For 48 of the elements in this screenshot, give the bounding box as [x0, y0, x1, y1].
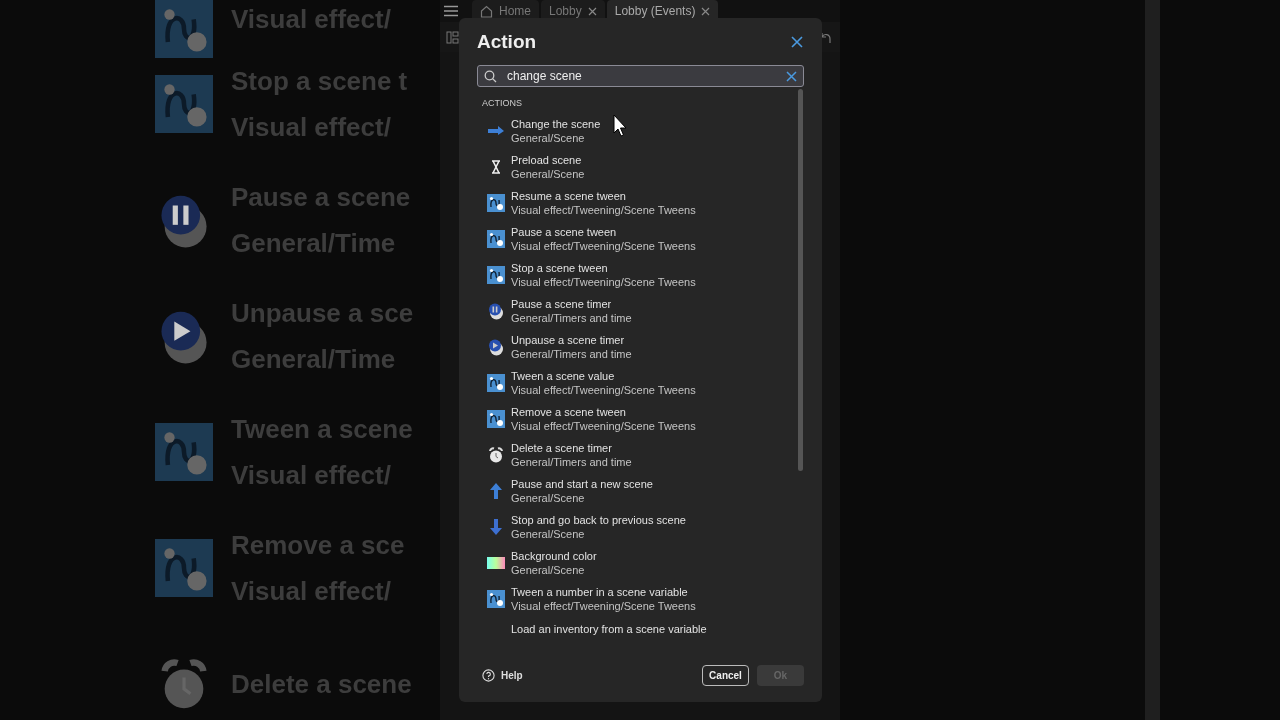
cancel-button[interactable]: Cancel [702, 664, 749, 686]
action-item[interactable]: Tween a number in a scene variable Visual effect/Tweening/Scene Tweens [477, 581, 798, 617]
curve-icon [155, 423, 213, 481]
search-icon [484, 70, 497, 83]
curve-icon [487, 230, 505, 248]
action-item[interactable]: Background color General/Scene [477, 545, 798, 581]
action-item[interactable]: Stop a scene tween Visual effect/Tweening/Scene Tweens [477, 257, 798, 293]
action-item[interactable]: Unpause a scene timer General/Timers and time [477, 329, 798, 365]
help-icon [482, 668, 495, 682]
curve-icon [487, 410, 505, 428]
dialog-title: Action [477, 30, 537, 53]
action-item[interactable]: Pause and start a new scene General/Scene [477, 473, 798, 509]
pause-clock-icon [487, 302, 505, 320]
layout-icon[interactable] [446, 30, 459, 44]
arrow-icon [487, 482, 505, 500]
undo-icon[interactable] [819, 30, 832, 44]
help-button[interactable]: Help [477, 668, 528, 682]
action-item[interactable]: Stop and go back to previous scene General/Scene [477, 509, 798, 545]
curve-icon [155, 0, 213, 58]
gradient-icon [487, 554, 505, 572]
action-item[interactable]: Preload scene General/Scene [477, 149, 798, 185]
clear-icon[interactable] [786, 71, 797, 82]
action-item[interactable]: Load an inventory from a scene variable [477, 617, 798, 642]
curve-icon [487, 590, 505, 608]
home-icon [480, 4, 493, 18]
curve-icon [487, 266, 505, 284]
play-clock-icon [487, 338, 505, 356]
action-item[interactable]: Delete a scene timer General/Timers and time [477, 437, 798, 473]
alarm-clock-icon [487, 446, 505, 464]
menu-icon[interactable] [444, 5, 458, 17]
arrow-icon [487, 518, 505, 536]
curve-icon [155, 539, 213, 597]
action-item[interactable]: Resume a scene tween Visual effect/Tweening/Scene Tweens [477, 185, 798, 221]
close-icon[interactable] [587, 6, 597, 16]
close-icon[interactable] [790, 34, 804, 49]
search-field[interactable]: change scene [477, 65, 804, 87]
action-item[interactable]: Tween a scene value Visual effect/Tweening/Scene Tweens [477, 365, 798, 401]
action-item[interactable]: Remove a scene tween Visual effect/Tweening/Scene Tweens [477, 401, 798, 437]
action-item[interactable]: Change the scene General/Scene [477, 113, 798, 149]
curve-icon [155, 75, 213, 133]
action-item[interactable]: Pause a scene timer General/Timers and time [477, 293, 798, 329]
action-item[interactable]: Pause a scene tween Visual effect/Tweening/Scene Tweens [477, 221, 798, 257]
cursor-icon [613, 114, 627, 138]
scrollbar[interactable] [798, 89, 803, 471]
curve-icon [487, 374, 505, 392]
curve-icon [487, 194, 505, 212]
close-icon[interactable] [701, 6, 711, 16]
section-header: ACTIONS [481, 97, 523, 110]
